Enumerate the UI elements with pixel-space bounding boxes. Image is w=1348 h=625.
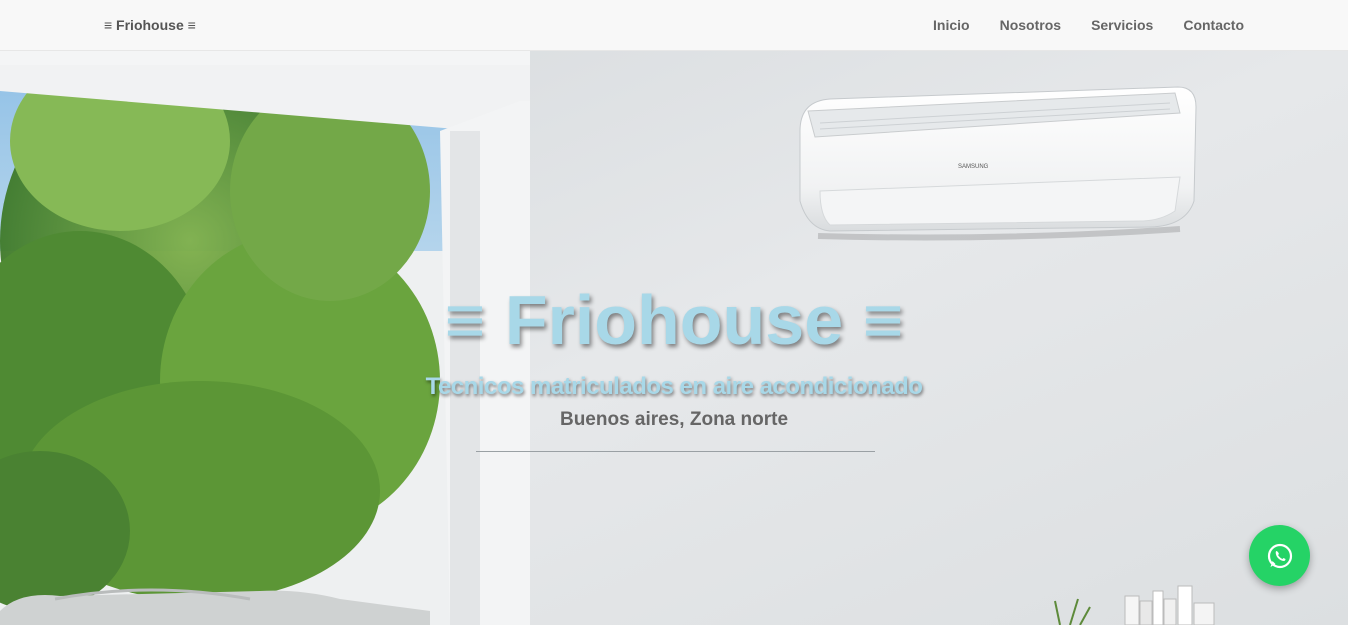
navbar: ≡ Friohouse ≡ Inicio Nosotros Servicios … xyxy=(0,0,1348,51)
nav-link-contacto[interactable]: Contacto xyxy=(1183,17,1244,33)
whatsapp-icon xyxy=(1267,543,1292,568)
air-conditioner-illustration: SAMSUNG xyxy=(799,86,1197,241)
nav-links: Inicio Nosotros Servicios Contacto xyxy=(933,17,1244,33)
hero-section: SAMSUNG ≡ Friohouse ≡ Tecnicos matricula… xyxy=(0,51,1348,625)
nav-link-nosotros[interactable]: Nosotros xyxy=(1000,17,1061,33)
brand-link[interactable]: ≡ Friohouse ≡ xyxy=(104,17,196,33)
whatsapp-button[interactable] xyxy=(1249,525,1310,586)
hero-location: Buenos aires, Zona norte xyxy=(559,409,789,430)
hero-subtitle: Tecnicos matriculados en aire acondicion… xyxy=(425,373,923,400)
nav-link-inicio[interactable]: Inicio xyxy=(933,17,970,33)
hero-divider xyxy=(476,451,875,452)
hero-title: ≡ Friohouse ≡ xyxy=(444,281,904,359)
svg-text:SAMSUNG: SAMSUNG xyxy=(958,164,989,170)
nav-link-servicios[interactable]: Servicios xyxy=(1091,17,1153,33)
